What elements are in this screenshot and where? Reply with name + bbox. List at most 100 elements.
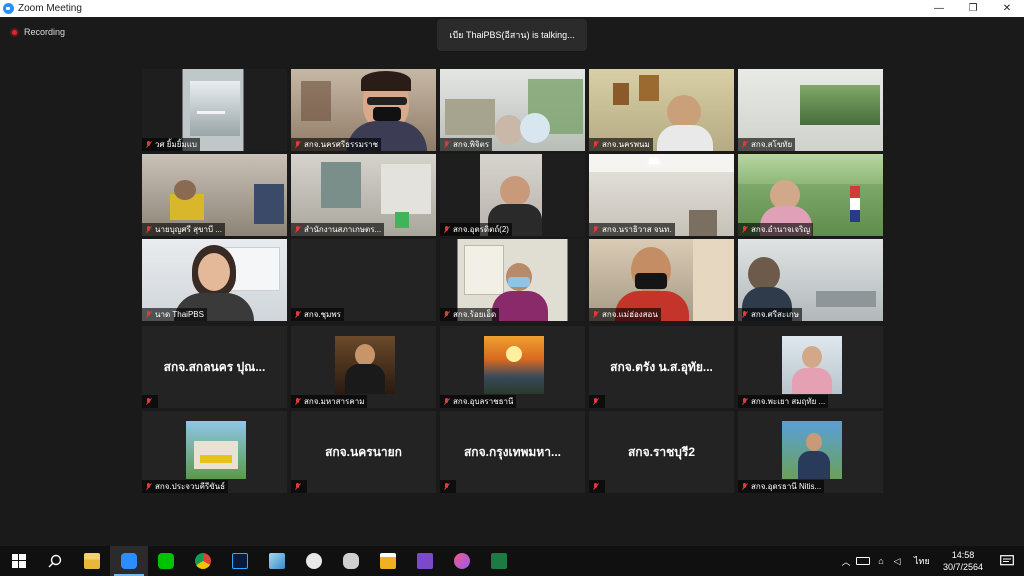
taskbar-visual-studio[interactable]	[406, 546, 444, 576]
taskbar-chrome[interactable]	[184, 546, 222, 576]
recording-indicator[interactable]: Recording	[10, 27, 65, 37]
participant-name: สำนักงานสภาเกษตร...	[304, 225, 382, 234]
taskbar-file-explorer[interactable]	[73, 546, 111, 576]
participant-tile[interactable]: สกจ.สกลนคร ปุณ...	[142, 326, 287, 408]
participant-nameplate: สกจ.แม่ฮ่องสอน	[589, 308, 661, 321]
participant-tile[interactable]: นายบุญศรี สุขาบี ...	[142, 154, 287, 236]
participant-name: วศ ยิ้มยิ้มแบ	[155, 140, 197, 149]
minimize-button[interactable]: —	[922, 0, 956, 17]
participant-tile[interactable]: สำนักงานสภาเกษตร...	[291, 154, 436, 236]
participant-tile[interactable]: สกจ.พะเยา สมฤทัย ...	[738, 326, 883, 408]
chevron-up-icon[interactable]: ︿	[840, 555, 852, 568]
participant-tile[interactable]: สกจ.ศรีสะเกษ	[738, 239, 883, 321]
participant-name: สกจ.พะเยา สมฤทัย ...	[751, 397, 826, 406]
participant-grid: วศ ยิ้มยิ้มแบ สกจ.นครศรีธรรมราช สกจ.พิจิ…	[142, 69, 883, 493]
participant-tile[interactable]: นาด ThaiPBS	[142, 239, 287, 321]
participant-avatar	[484, 336, 544, 394]
participant-display-name: สกจ.ราชบุรี2	[627, 445, 696, 459]
notifications-button[interactable]	[990, 546, 1024, 576]
taskbar-beer[interactable]	[369, 546, 407, 576]
participant-display-name: สกจ.สกลนคร ปุณ...	[163, 360, 266, 374]
recording-icon	[10, 27, 19, 37]
participant-nameplate	[142, 395, 158, 408]
participant-tile[interactable]: สกจ.นราธิวาส จนท.	[589, 154, 734, 236]
taskbar-excel[interactable]	[480, 546, 518, 576]
taskbar-itunes[interactable]	[443, 546, 481, 576]
mic-muted-icon	[145, 225, 152, 234]
participant-name: สกจ.ร้อยเอ็ด	[453, 310, 497, 319]
zoom-logo-icon	[3, 3, 14, 14]
excel-icon	[491, 553, 507, 569]
taskbar-camera[interactable]	[332, 546, 370, 576]
mic-muted-icon	[443, 397, 450, 406]
participant-tile[interactable]: สกจ.สโขทัย	[738, 69, 883, 151]
restore-button[interactable]: ❐	[956, 0, 990, 17]
mic-muted-icon	[741, 225, 748, 234]
participant-name: สกจ.พิจิตร	[453, 140, 490, 149]
taskbar-zoom[interactable]	[110, 546, 148, 576]
participant-tile[interactable]: สกจ.มหาสารคาม	[291, 326, 436, 408]
participant-tile[interactable]: สกจ.ตรัง น.ส.อุทัย...	[589, 326, 734, 408]
participant-nameplate	[291, 480, 307, 493]
participant-tile[interactable]: สกจ.ร้อยเอ็ด	[440, 239, 585, 321]
taskbar-photoshop[interactable]	[221, 546, 259, 576]
participant-tile[interactable]: สกจ.ประจวบคีรีขันธ์	[142, 411, 287, 493]
mic-muted-icon	[443, 310, 450, 319]
participant-name: สกจ.นครศรีธรรมราช	[304, 140, 379, 149]
system-tray: ︿ ⌂ ◁ ไทย	[840, 546, 930, 576]
paint-icon	[306, 553, 322, 569]
participant-tile[interactable]: สกจ.ชุมพร	[291, 239, 436, 321]
participant-tile[interactable]: สกจ.อุดรธานี Nitis...	[738, 411, 883, 493]
file-explorer-icon	[84, 553, 100, 569]
participant-name: สกจ.ศรีสะเกษ	[751, 310, 800, 319]
participant-avatar	[335, 336, 395, 394]
start-icon	[12, 554, 26, 568]
taskbar-notepad[interactable]	[258, 546, 296, 576]
participant-name: สกจ.สโขทัย	[751, 140, 793, 149]
participant-tile[interactable]: สกจ.นครนายก	[291, 411, 436, 493]
close-button[interactable]: ✕	[990, 0, 1024, 17]
start-button[interactable]	[0, 546, 38, 576]
taskbar-clock[interactable]: 14:58 30/7/2564	[938, 549, 988, 573]
participant-display-name: สกจ.นครนายก	[325, 445, 402, 459]
participant-tile[interactable]: สกจ.นครพนม	[589, 69, 734, 151]
participant-tile[interactable]: สกจ.อุบลราชธานี	[440, 326, 585, 408]
participant-nameplate: สกจ.อุบลราชธานี	[440, 395, 517, 408]
zoom-window: Zoom Meeting — ❐ ✕ Recording เบีย ThaiPB…	[0, 0, 1024, 576]
participant-nameplate: สกจ.อุตรดิตถ์(2)	[440, 223, 512, 236]
windows-taskbar: ︿ ⌂ ◁ ไทย 14:58 30/7/2564	[0, 546, 1024, 576]
volume-icon[interactable]: ◁	[890, 556, 904, 567]
participant-nameplate: สกจ.ชุมพร	[291, 308, 344, 321]
language-indicator[interactable]: ไทย	[914, 554, 930, 568]
participant-tile[interactable]: สกจ.ราชบุรี2	[589, 411, 734, 493]
participant-tile[interactable]: สกจ.กรุงเทพมหา...	[440, 411, 585, 493]
mic-muted-icon	[592, 397, 599, 406]
battery-icon[interactable]	[856, 557, 870, 565]
participant-name: สกจ.อุบลราชธานี	[453, 397, 514, 406]
participant-tile[interactable]: สกจ.แม่ฮ่องสอน	[589, 239, 734, 321]
mic-muted-icon	[443, 140, 450, 149]
mic-muted-icon	[145, 482, 152, 491]
participant-name: สกจ.อุตรดิตถ์(2)	[453, 225, 509, 234]
participant-name: สกจ.นราธิวาส จนท.	[602, 225, 672, 234]
mic-muted-icon	[592, 482, 599, 491]
camera-icon	[343, 553, 359, 569]
mic-muted-icon	[145, 397, 152, 406]
mic-muted-icon	[741, 140, 748, 149]
participant-tile[interactable]: สกจ.อุตรดิตถ์(2)	[440, 154, 585, 236]
participant-tile[interactable]: สกจ.พิจิตร	[440, 69, 585, 151]
participant-display-name: สกจ.กรุงเทพมหา...	[463, 445, 561, 459]
taskbar-line[interactable]	[147, 546, 185, 576]
title-bar: Zoom Meeting — ❐ ✕	[0, 0, 1024, 17]
participant-nameplate: สำนักงานสภาเกษตร...	[291, 223, 385, 236]
mic-muted-icon	[294, 397, 301, 406]
participant-tile[interactable]: สกจ.นครศรีธรรมราช	[291, 69, 436, 151]
participant-tile[interactable]: สกจ.อำนาจเจริญ	[738, 154, 883, 236]
photoshop-icon	[232, 553, 248, 569]
taskbar-paint[interactable]	[295, 546, 333, 576]
chrome-icon	[195, 553, 211, 569]
network-icon[interactable]: ⌂	[874, 556, 888, 566]
search-button[interactable]	[36, 546, 74, 576]
participant-tile[interactable]: วศ ยิ้มยิ้มแบ	[142, 69, 287, 151]
active-speaker-banner: เบีย ThaiPBS(อีสาน) is talking...	[437, 19, 587, 51]
